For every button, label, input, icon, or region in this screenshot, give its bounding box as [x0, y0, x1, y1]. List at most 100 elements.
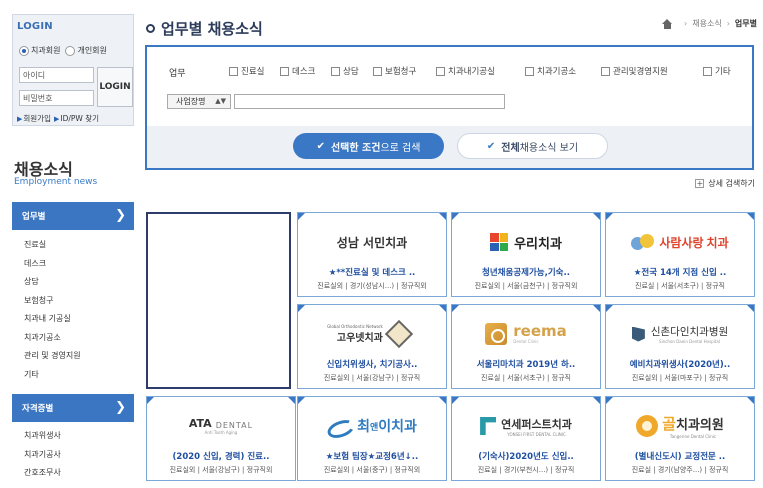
- reema-logo-icon: [485, 323, 508, 345]
- search-button-bar: [147, 126, 752, 168]
- search-selected-bold: 선택한 조건: [330, 142, 381, 154]
- breadcrumb-separator-icon: ›: [726, 19, 730, 28]
- logo-text: DENTAL: [215, 421, 254, 430]
- job-title[interactable]: 서울리마치과 2019년 하..: [452, 358, 600, 370]
- checkbox-label[interactable]: 관리및경영지원: [613, 65, 668, 77]
- checkbox-dental-lab[interactable]: 치과기공소: [525, 65, 576, 77]
- job-title[interactable]: 신입치위생사, 치기공사..: [298, 358, 446, 370]
- menu-item-nurse-aide[interactable]: 간호조무사: [12, 464, 134, 483]
- checkbox-box[interactable]: [525, 66, 534, 76]
- checkbox-label[interactable]: 보험청구: [385, 65, 416, 77]
- logo-text: ATA: [188, 417, 212, 430]
- checkbox-inhouse-lab[interactable]: 치과내기공실: [436, 65, 495, 77]
- checkbox-box[interactable]: [436, 66, 445, 76]
- job-title[interactable]: (2020 신입, 경력) 진료..: [147, 450, 295, 462]
- checkbox-box[interactable]: [331, 66, 340, 76]
- job-title[interactable]: ★전국 14개 지점 신입 ..: [606, 266, 754, 278]
- job-card[interactable]: Global Orthodontic Network 고우넷치과 신입치위생사,…: [297, 304, 447, 389]
- checkbox-management[interactable]: 관리및경영지원: [601, 65, 668, 77]
- logo-subtext: Tangerine Dental Clinic: [669, 434, 717, 439]
- login-links: ▶ 회원가입 ▶ ID/PW 찾기: [17, 113, 99, 124]
- job-title[interactable]: ★보험 팀장★교정6년↓..: [298, 450, 446, 462]
- checkbox-insurance[interactable]: 보험청구: [373, 65, 416, 77]
- checkbox-label[interactable]: 치과내기공실: [448, 65, 495, 77]
- checkbox-box[interactable]: [229, 66, 238, 76]
- menu-item-technician[interactable]: 치과기공사: [12, 446, 134, 465]
- logo-text: 우리치과: [514, 236, 562, 252]
- menu-item-insurance[interactable]: 보험청구: [12, 292, 134, 311]
- job-title[interactable]: ★**진료실 및 데스크 ..: [298, 266, 446, 278]
- ad-banner[interactable]: [146, 212, 291, 389]
- checkbox-label[interactable]: 치과기공소: [537, 65, 576, 77]
- view-all-rest: 채용소식 보기: [519, 142, 579, 154]
- menu-item-clinic[interactable]: 진료실: [12, 236, 134, 255]
- search-type-select[interactable]: 사업장명 ▲▼: [167, 94, 231, 109]
- logo-text: 성남 서민치과: [336, 235, 408, 250]
- logo-text: 치과의원: [675, 418, 724, 433]
- logo-text: 연세퍼스트치과: [501, 417, 572, 431]
- menu-header-job-label: 업무별: [22, 212, 46, 222]
- job-title[interactable]: 청년채움공제가능,기숙..: [452, 266, 600, 278]
- job-card[interactable]: 사람사랑 치과 ★전국 14개 지점 신입 .. 진료실 | 서울(서초구) |…: [605, 212, 755, 297]
- job-card[interactable]: reema Dental Clinic 서울리마치과 2019년 하.. 진료실…: [451, 304, 601, 389]
- menu-item-inhouse-lab[interactable]: 치과내 기공실: [12, 310, 134, 329]
- checkbox-etc[interactable]: 기타: [703, 65, 731, 77]
- menu-item-counsel[interactable]: 상담: [12, 273, 134, 292]
- menu-item-dental-lab[interactable]: 치과기공소: [12, 329, 134, 348]
- login-box: LOGIN 치과회원 개인회원 아이디 비밀번호 LOGIN ▶ 회원가입 ▶ …: [12, 14, 134, 126]
- plus-icon: +: [695, 179, 705, 188]
- checkbox-counsel[interactable]: 상담: [331, 65, 359, 77]
- clinic-logo: 신촌다인치과병원 Sinchon Daein Dental Hospital: [606, 315, 754, 353]
- search-selected-button[interactable]: ✔ 선택한 조건 으로 검색: [293, 133, 444, 159]
- radio-individual-label[interactable]: 개인회원: [77, 45, 106, 56]
- radio-dentist-label[interactable]: 치과회원: [31, 45, 60, 56]
- password-input[interactable]: 비밀번호: [19, 90, 94, 106]
- clinic-logo: 사람사랑 치과: [606, 223, 754, 261]
- job-card[interactable]: 성남 서민치과 ★**진료실 및 데스크 .. 진료실외 | 경기(성남시...…: [297, 212, 447, 297]
- menu-item-etc[interactable]: 기타: [12, 366, 134, 385]
- member-type-radios: 치과회원 개인회원: [19, 45, 112, 56]
- menu-header-license[interactable]: 자격증별 ❯: [12, 394, 134, 422]
- signup-link[interactable]: 회원가입: [23, 113, 51, 124]
- login-button[interactable]: LOGIN: [97, 67, 133, 107]
- clinic-logo: 최 앤 이치과: [298, 407, 446, 445]
- checkbox-box[interactable]: [703, 66, 712, 76]
- detail-search-link[interactable]: + 상세 검색하기: [695, 178, 755, 189]
- logo-text: 최: [357, 419, 370, 435]
- checkbox-box[interactable]: [280, 66, 289, 76]
- radio-individual[interactable]: [65, 45, 76, 56]
- job-card[interactable]: 우리치과 청년채움공제가능,기숙.. 진료실외 | 서울(금천구) | 정규직외: [451, 212, 601, 297]
- clinic-logo: 연세퍼스트치과 YONSEI FIRST DENTAL CLINIC: [452, 407, 600, 445]
- search-keyword-input[interactable]: [234, 94, 505, 109]
- menu-header-job[interactable]: 업무별 ❯: [12, 202, 134, 230]
- home-icon[interactable]: [662, 18, 673, 29]
- checkbox-label[interactable]: 기타: [715, 65, 731, 77]
- view-all-button[interactable]: ✔ 전체 채용소식 보기: [457, 133, 608, 159]
- checkbox-box[interactable]: [373, 66, 382, 76]
- job-title[interactable]: (기숙사)2020년도 신입..: [452, 450, 600, 462]
- breadcrumb-item[interactable]: 채용소식: [692, 18, 721, 29]
- id-input[interactable]: 아이디: [19, 67, 94, 83]
- menu-item-hygienist[interactable]: 치과위생사: [12, 427, 134, 446]
- logo-text: reema: [513, 322, 567, 340]
- menu-header-license-label: 자격증별: [22, 404, 54, 414]
- checkbox-label[interactable]: 진료실: [241, 65, 264, 77]
- radio-dentist[interactable]: [19, 45, 29, 56]
- job-title[interactable]: 예비치과위생사(2020년)..: [606, 358, 754, 370]
- job-card[interactable]: 최 앤 이치과 ★보험 팀장★교정6년↓.. 진료실외 | 서울(중구) | 정…: [297, 396, 447, 481]
- checkbox-desk[interactable]: 데스크: [280, 65, 315, 77]
- job-meta: 진료실외 | 서울(마포구) | 정규직: [631, 374, 729, 382]
- job-card[interactable]: 신촌다인치과병원 Sinchon Daein Dental Hospital 예…: [605, 304, 755, 389]
- menu-item-desk[interactable]: 데스크: [12, 255, 134, 274]
- checkbox-label[interactable]: 데스크: [292, 65, 315, 77]
- checkbox-box[interactable]: [601, 66, 610, 76]
- job-card[interactable]: ATA DENTAL Anti Tooth Aging (2020 신입, 경력…: [146, 396, 296, 481]
- checkbox-label[interactable]: 상담: [343, 65, 359, 77]
- job-title[interactable]: (별내신도시) 교정전문 ..: [606, 450, 754, 462]
- breadcrumb: › 채용소식 › 업무별: [662, 18, 757, 29]
- checkbox-clinic[interactable]: 진료실: [229, 65, 264, 77]
- find-id-pw-link[interactable]: ID/PW 찾기: [60, 113, 99, 124]
- job-card[interactable]: 연세퍼스트치과 YONSEI FIRST DENTAL CLINIC (기숙사)…: [451, 396, 601, 481]
- menu-item-management[interactable]: 관리 및 경영지원: [12, 347, 134, 366]
- job-card[interactable]: 골 치과의원 Tangerine Dental Clinic (별내신도시) 교…: [605, 396, 755, 481]
